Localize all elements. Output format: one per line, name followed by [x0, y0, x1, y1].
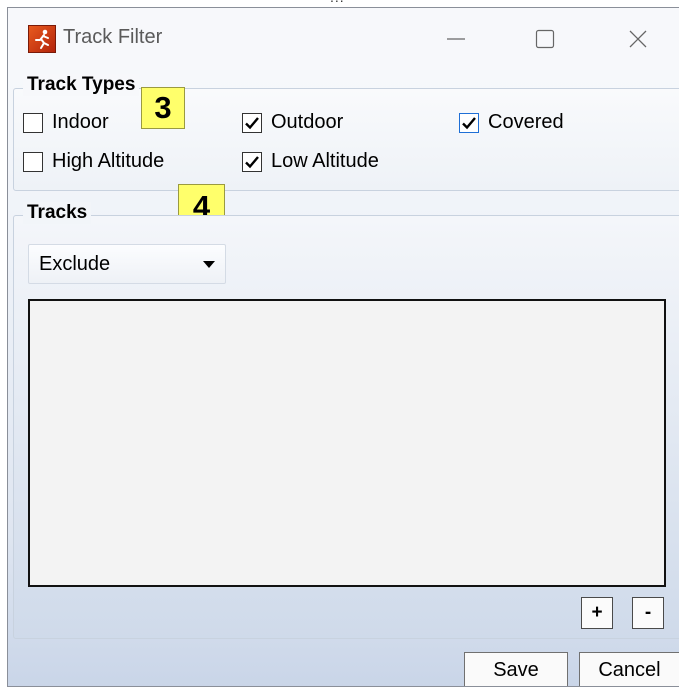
checkmark-icon: [245, 155, 259, 168]
track-types-legend: Track Types: [23, 74, 140, 96]
dialog-content: Track Types Indoor Outdoor Covered High …: [8, 70, 679, 686]
save-button[interactable]: Save: [464, 652, 568, 686]
checkbox-label: Covered: [488, 111, 564, 133]
checkmark-icon: [462, 116, 476, 129]
checkbox-box[interactable]: [459, 112, 479, 133]
track-types-group: [13, 88, 679, 191]
annotation-badge-3: 3: [141, 87, 185, 129]
checkbox-indoor[interactable]: Indoor: [23, 111, 109, 134]
dropdown-arrow-icon: [203, 261, 215, 268]
minimize-button[interactable]: [436, 22, 476, 56]
checkbox-box[interactable]: [23, 112, 43, 133]
checkbox-outdoor[interactable]: Outdoor: [242, 111, 343, 134]
tracks-listbox[interactable]: [28, 299, 666, 587]
maximize-button[interactable]: [525, 22, 565, 56]
checkbox-covered[interactable]: Covered: [459, 111, 564, 134]
minimize-icon: [447, 38, 465, 40]
checkbox-high-altitude[interactable]: High Altitude: [23, 150, 164, 173]
runner-app-icon: [28, 25, 56, 53]
track-filter-dialog: Track Filter Track Types Indoor Outdoor: [7, 7, 679, 687]
checkbox-label: Indoor: [52, 111, 109, 133]
maximize-icon: [535, 29, 555, 49]
remove-track-button[interactable]: -: [632, 597, 664, 629]
close-button[interactable]: [618, 22, 658, 56]
cancel-button[interactable]: Cancel: [579, 652, 679, 686]
checkbox-box[interactable]: [242, 151, 262, 172]
window-title: Track Filter: [63, 26, 163, 48]
checkbox-label: Outdoor: [271, 111, 344, 133]
checkmark-icon: [245, 116, 259, 129]
checkbox-low-altitude[interactable]: Low Altitude: [242, 150, 379, 173]
checkbox-box[interactable]: [23, 151, 43, 172]
checkbox-label: High Altitude: [52, 150, 165, 172]
tracks-mode-dropdown[interactable]: Exclude: [28, 244, 226, 284]
checkbox-box[interactable]: [242, 112, 262, 133]
tracks-legend: Tracks: [23, 202, 92, 224]
close-icon: [629, 30, 647, 48]
checkbox-label: Low Altitude: [271, 150, 379, 172]
add-track-button[interactable]: +: [581, 597, 613, 629]
dropdown-selected-value: Exclude: [39, 252, 111, 275]
background-window-text: ...: [330, 0, 345, 5]
title-bar[interactable]: Track Filter: [8, 8, 679, 70]
